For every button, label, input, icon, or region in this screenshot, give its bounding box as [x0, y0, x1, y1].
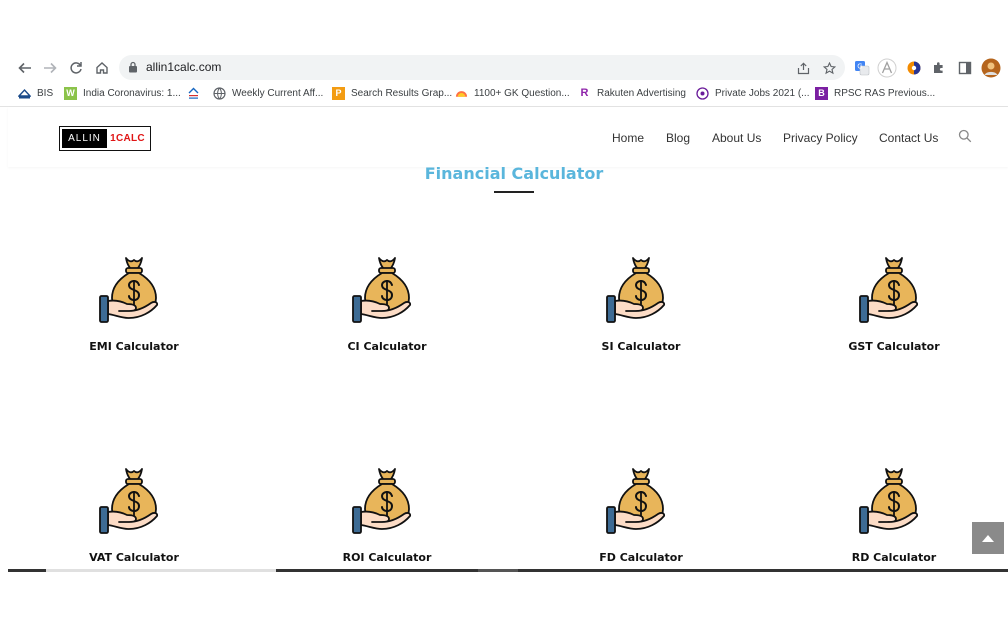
calculator-card-label: SI Calculator	[601, 340, 681, 353]
coronavirus-site-icon: W	[64, 86, 77, 100]
calculator-card-label: FD Calculator	[599, 551, 683, 564]
lock-icon	[129, 61, 137, 73]
calculator-card[interactable]: GST Calculator	[809, 254, 979, 384]
bookmark-item[interactable]: W India Coronavirus: 1...	[64, 84, 181, 102]
calculator-card[interactable]: VAT Calculator	[49, 465, 219, 595]
bookmark-label: Rakuten Advertising	[597, 87, 686, 99]
address-bar[interactable]: allin1calc.com	[119, 55, 845, 80]
calculator-card[interactable]: FD Calculator	[556, 465, 726, 595]
nav-blog[interactable]: Blog	[666, 131, 690, 145]
title-underline	[494, 191, 534, 193]
money-bag-hand-icon	[606, 257, 666, 323]
bookmark-label: India Coronavirus: 1...	[83, 87, 181, 99]
bookmark-item[interactable]: Weekly Current Aff...	[213, 84, 323, 102]
nav-about-us[interactable]: About Us	[712, 131, 761, 145]
share-button[interactable]	[794, 59, 812, 77]
bookmark-item[interactable]: R Rakuten Advertising	[578, 84, 686, 102]
nav-contact-us[interactable]: Contact Us	[879, 131, 938, 145]
rakuten-icon: R	[580, 87, 589, 99]
calculator-card[interactable]: ROI Calculator	[302, 465, 472, 595]
bookmark-label: RPSC RAS Previous...	[834, 87, 936, 99]
extension-a-icon	[877, 58, 897, 78]
footer-divider-segment	[46, 569, 276, 572]
translate-extension[interactable]: G	[852, 58, 872, 78]
home-button[interactable]	[92, 58, 112, 78]
calculator-card[interactable]: EMI Calculator	[49, 254, 219, 384]
money-bag-hand-icon	[99, 257, 159, 323]
back-arrow-icon	[18, 62, 31, 74]
back-button[interactable]	[15, 58, 35, 78]
rpsc-site-icon: B	[815, 86, 828, 100]
graphics-site-icon: P	[332, 86, 345, 100]
calculator-card[interactable]: SI Calculator	[556, 254, 726, 384]
url-text: allin1calc.com	[146, 60, 222, 74]
bookmark-label: 1100+ GK Question...	[474, 87, 570, 99]
side-panel-icon	[958, 61, 972, 75]
google-translate-icon: G	[855, 61, 870, 76]
browser-toolbar: allin1calc.com G	[0, 55, 1008, 81]
nav-home[interactable]: Home	[612, 131, 644, 145]
scroll-to-top-button[interactable]	[972, 522, 1004, 554]
search-icon	[958, 129, 972, 143]
sunrise-icon	[455, 87, 468, 100]
money-bag-hand-icon	[352, 468, 412, 534]
chevron-up-icon	[982, 535, 994, 542]
money-bag-hand-icon	[859, 257, 919, 323]
footer-divider-segment	[478, 569, 518, 572]
bookmark-item[interactable]	[187, 84, 206, 102]
money-bag-hand-icon	[859, 468, 919, 534]
calculator-card-label: VAT Calculator	[89, 551, 179, 564]
money-bag-hand-icon	[99, 468, 159, 534]
calculator-card[interactable]: RD Calculator	[809, 465, 979, 595]
calculator-card-label: EMI Calculator	[89, 340, 179, 353]
bis-icon	[18, 87, 31, 100]
calculator-card-label: RD Calculator	[851, 551, 937, 564]
avatar	[981, 58, 1001, 78]
money-bag-hand-icon	[352, 257, 412, 323]
bookmark-item[interactable]: Private Jobs 2021 (...	[696, 84, 810, 102]
news-site-icon	[187, 87, 200, 100]
profile-button[interactable]	[981, 58, 1001, 78]
calculator-card-label: ROI Calculator	[342, 551, 432, 564]
bookmark-label: BIS	[37, 87, 54, 99]
section-title: Financial Calculator	[424, 164, 604, 183]
bookmark-item[interactable]: P Search Results Grap...	[332, 84, 452, 102]
extension-a[interactable]	[877, 58, 897, 78]
forward-arrow-icon	[44, 62, 57, 74]
site-header: ALLIN 1CALC Home Blog About Us Privacy P…	[8, 107, 1008, 167]
money-bag-hand-icon	[606, 468, 666, 534]
calculator-card-label: GST Calculator	[848, 340, 940, 353]
side-panel-button[interactable]	[955, 58, 975, 78]
site-search-button[interactable]	[958, 129, 972, 143]
jobs-site-icon	[696, 86, 709, 100]
star-icon	[822, 61, 836, 74]
bookmark-item[interactable]: 1100+ GK Question...	[455, 84, 570, 102]
logo-right-text: 1CALC	[110, 133, 145, 144]
calculator-card-label: CI Calculator	[347, 340, 427, 353]
bookmarks-bar: BIS W India Coronavirus: 1... Weekly Cur…	[0, 84, 1008, 102]
reload-button[interactable]	[66, 58, 86, 78]
extensions-button[interactable]	[929, 58, 949, 78]
reload-icon	[70, 62, 82, 74]
extension-b-icon	[907, 61, 921, 75]
bookmark-item[interactable]: BIS	[18, 84, 53, 102]
bookmark-star-button[interactable]	[820, 59, 838, 77]
extension-b[interactable]	[904, 58, 924, 78]
svg-text:G: G	[857, 63, 862, 71]
footer-divider	[8, 569, 1008, 572]
bookmark-label: Search Results Grap...	[351, 87, 453, 99]
logo-left-text: ALLIN	[62, 129, 107, 148]
share-icon	[797, 61, 809, 74]
bookmark-item[interactable]: B RPSC RAS Previous...	[815, 84, 935, 102]
home-icon	[96, 62, 108, 74]
bookmark-label: Private Jobs 2021 (...	[715, 87, 810, 99]
nav-privacy-policy[interactable]: Privacy Policy	[783, 131, 858, 145]
site-logo[interactable]: ALLIN 1CALC	[59, 126, 151, 151]
forward-button[interactable]	[40, 58, 60, 78]
calculator-card[interactable]: CI Calculator	[302, 254, 472, 384]
globe-icon	[213, 86, 226, 100]
bookmark-label: Weekly Current Aff...	[232, 87, 324, 99]
puzzle-icon	[934, 62, 943, 73]
